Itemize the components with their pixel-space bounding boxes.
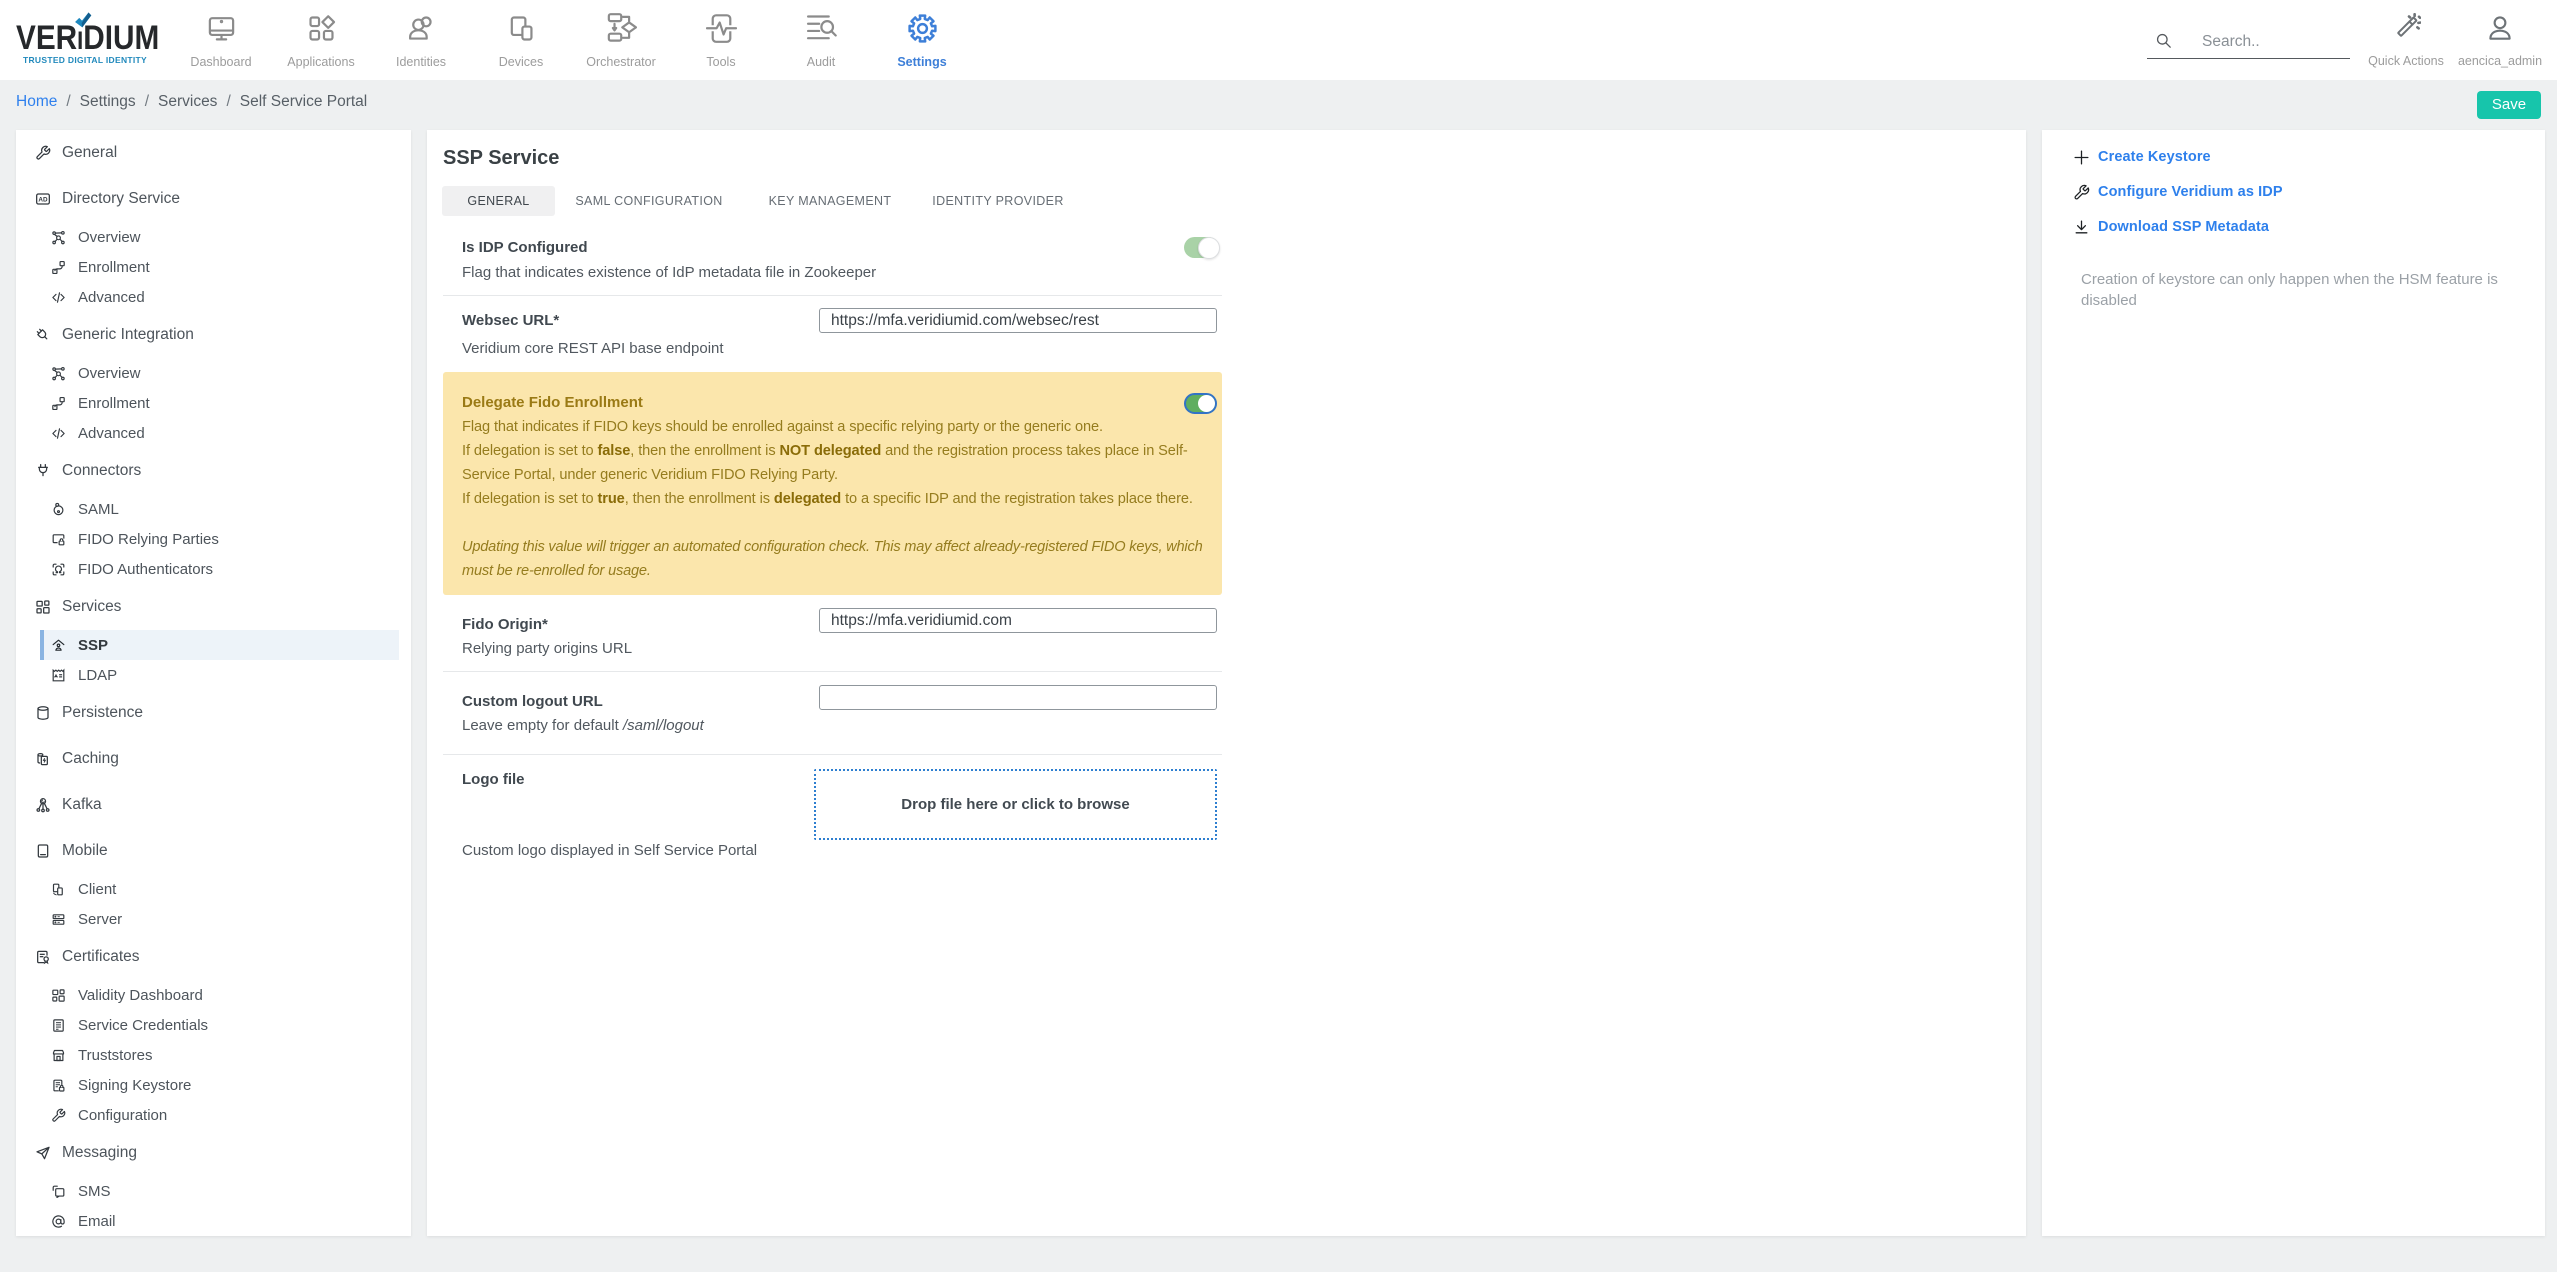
- svg-text:AD: AD: [38, 196, 48, 203]
